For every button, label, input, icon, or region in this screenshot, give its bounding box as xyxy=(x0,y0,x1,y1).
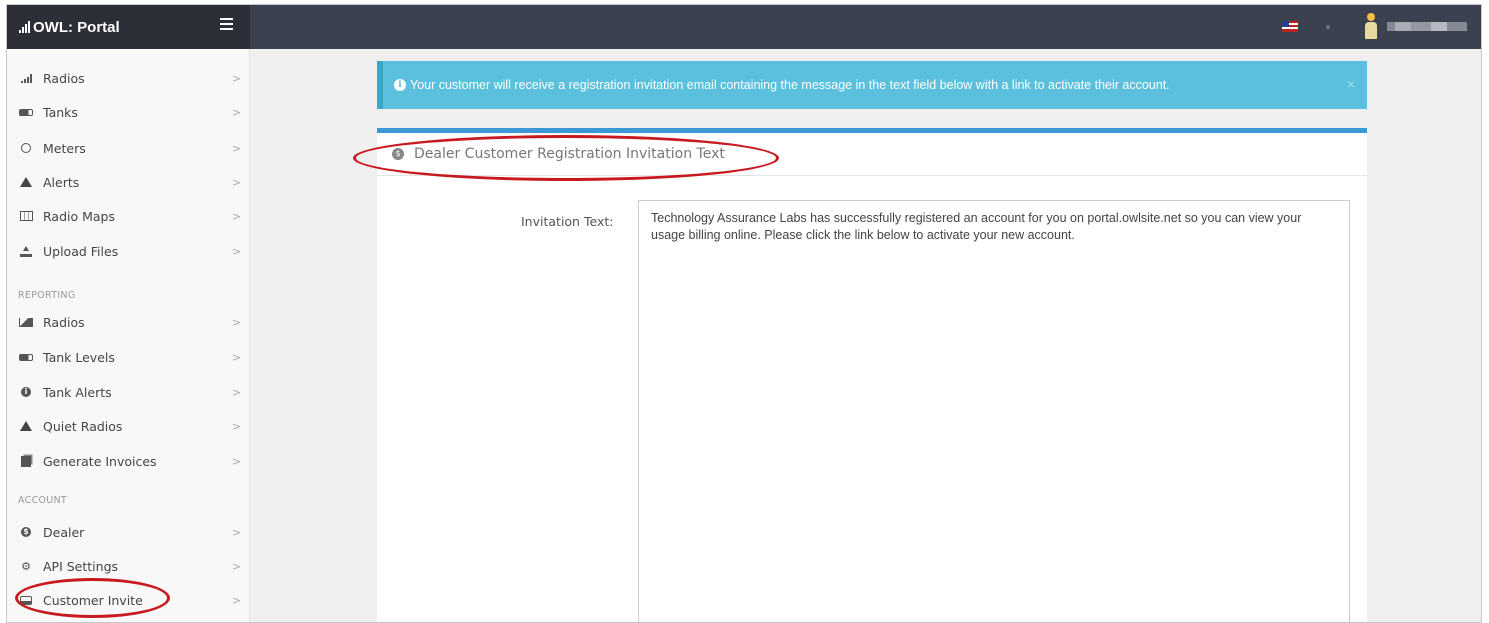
invitation-panel: $ Dealer Customer Registration Invitatio… xyxy=(377,128,1367,622)
upload-icon xyxy=(18,245,34,257)
sidebar-item-tank-alerts[interactable]: i Tank Alerts > xyxy=(7,377,250,407)
chevron-right-icon: > xyxy=(232,210,242,223)
sidebar-item-api-settings[interactable]: ⚙ API Settings > xyxy=(7,551,250,581)
user-avatar-icon[interactable] xyxy=(1364,13,1378,39)
sidebar-item-label: Upload Files xyxy=(43,243,119,259)
sidebar-item-radio-maps[interactable]: Radio Maps > xyxy=(7,201,250,231)
sidebar-item-label: Quiet Radios xyxy=(43,418,123,434)
info-alert: i Your customer will receive a registrat… xyxy=(377,61,1367,109)
dealer-icon: $ xyxy=(18,526,34,538)
top-bar: OWL: Portal xyxy=(7,5,1481,49)
sidebar-item-label: API Settings xyxy=(43,558,119,574)
warning-icon xyxy=(18,176,34,188)
sidebar-item-label: Tank Levels xyxy=(43,349,115,365)
sidebar-item-tank-levels[interactable]: Tank Levels > xyxy=(7,342,250,372)
panel-title: Dealer Customer Registration Invitation … xyxy=(414,146,725,162)
inbox-icon xyxy=(18,594,34,606)
chevron-right-icon: > xyxy=(232,560,242,573)
sidebar-item-label: Meters xyxy=(43,140,86,156)
tank-icon xyxy=(18,351,34,363)
chevron-right-icon: > xyxy=(232,386,242,399)
sidebar-item-label: Customer Invite xyxy=(43,592,143,608)
chevron-right-icon: > xyxy=(232,142,242,155)
us-flag-icon[interactable] xyxy=(1282,21,1298,32)
tank-icon xyxy=(18,106,34,118)
dealer-icon: $ xyxy=(392,148,404,160)
invitation-text-label: Invitation Text: xyxy=(521,214,614,229)
status-dot-icon xyxy=(1326,25,1330,29)
cogs-icon: ⚙ xyxy=(21,559,31,573)
sidebar-item-radios[interactable]: Radios > xyxy=(7,63,250,93)
brand[interactable]: OWL: Portal xyxy=(7,5,250,49)
sidebar-item-report-radios[interactable]: Radios > xyxy=(7,307,250,337)
info-icon: i xyxy=(394,79,406,91)
sidebar-item-label: Radios xyxy=(43,70,85,86)
sidebar-item-quiet-radios[interactable]: Quiet Radios > xyxy=(7,411,250,441)
sidebar-item-upload-files[interactable]: Upload Files > xyxy=(7,236,250,266)
close-icon[interactable]: × xyxy=(1347,76,1355,92)
app-window: OWL: Portal Radios > Tanks > Meters > Al… xyxy=(6,4,1482,623)
sidebar-item-label: Radios xyxy=(43,314,85,330)
panel-header: $ Dealer Customer Registration Invitatio… xyxy=(377,133,1367,176)
sidebar-item-tanks[interactable]: Tanks > xyxy=(7,97,250,127)
warning-icon xyxy=(18,420,34,432)
app-title: OWL: Portal xyxy=(33,18,120,36)
gauge-icon xyxy=(18,142,34,154)
chevron-right-icon: > xyxy=(232,72,242,85)
signal-bars-icon xyxy=(19,21,30,33)
alert-message: Your customer will receive a registratio… xyxy=(410,78,1170,92)
chevron-right-icon: > xyxy=(232,316,242,329)
chevron-right-icon: > xyxy=(232,526,242,539)
signal-bars-icon xyxy=(18,72,34,84)
chevron-right-icon: > xyxy=(232,455,242,468)
invitation-text-field[interactable]: Technology Assurance Labs has successful… xyxy=(638,200,1350,622)
section-label-reporting: REPORTING xyxy=(18,290,76,301)
sidebar: Radios > Tanks > Meters > Alerts > Radio… xyxy=(7,49,250,622)
sidebar-item-alerts[interactable]: Alerts > xyxy=(7,167,250,197)
sidebar-item-generate-invoices[interactable]: Generate Invoices > xyxy=(7,446,250,476)
map-icon xyxy=(18,210,34,222)
sidebar-item-label: Tank Alerts xyxy=(43,384,112,400)
sidebar-item-label: Tanks xyxy=(43,104,78,120)
section-label-account: ACCOUNT xyxy=(18,495,68,506)
sidebar-item-dealer[interactable]: $ Dealer > xyxy=(7,517,250,547)
sidebar-item-label: Dealer xyxy=(43,524,85,540)
username-blurred[interactable] xyxy=(1387,22,1467,31)
chevron-right-icon: > xyxy=(232,245,242,258)
sidebar-item-label: Generate Invoices xyxy=(43,453,157,469)
sidebar-item-meters[interactable]: Meters > xyxy=(7,133,250,163)
chevron-right-icon: > xyxy=(232,351,242,364)
menu-toggle-icon[interactable] xyxy=(220,18,233,30)
copy-icon xyxy=(18,455,34,467)
chevron-right-icon: > xyxy=(232,106,242,119)
sidebar-item-label: Radio Maps xyxy=(43,208,115,224)
area-chart-icon xyxy=(18,316,34,328)
info-icon: i xyxy=(18,386,34,398)
sidebar-item-label: Alerts xyxy=(43,174,80,190)
chevron-right-icon: > xyxy=(232,594,242,607)
sidebar-item-customer-invite[interactable]: Customer Invite > xyxy=(7,585,250,615)
chevron-right-icon: > xyxy=(232,420,242,433)
chevron-right-icon: > xyxy=(232,176,242,189)
